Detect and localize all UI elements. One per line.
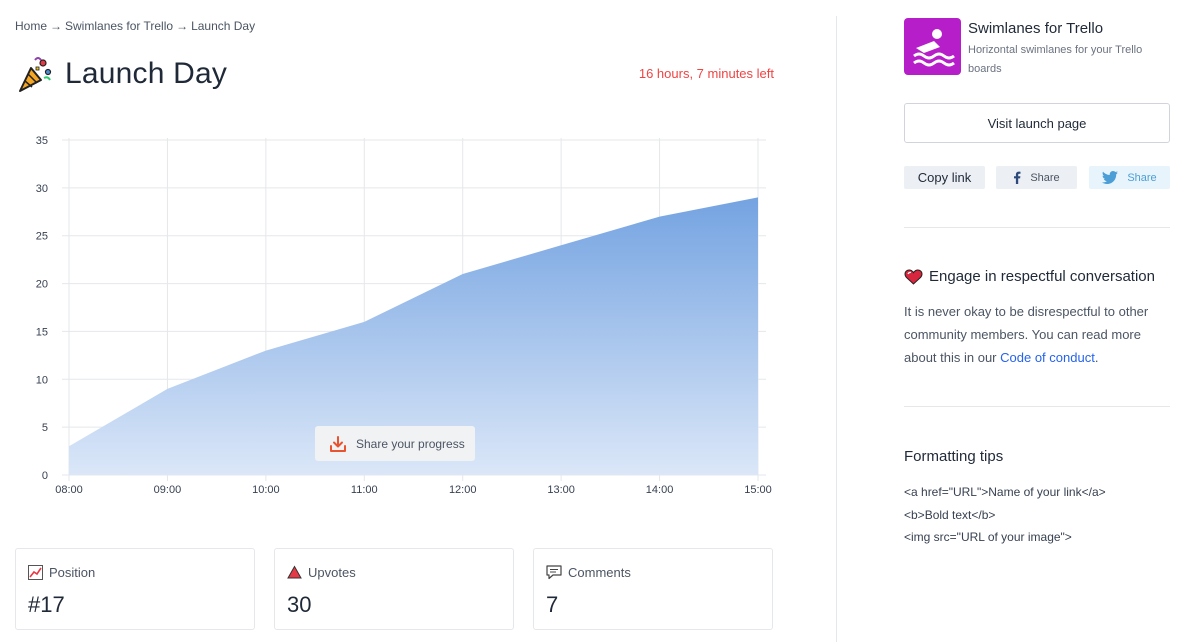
download-icon — [330, 435, 346, 452]
swimmer-icon — [913, 29, 955, 67]
sidebar-divider — [904, 406, 1170, 407]
app-tagline: Horizontal swimlanes for your Trello boa… — [968, 44, 1143, 75]
x-tick-label: 11:00 — [351, 484, 378, 496]
breadcrumb-current[interactable]: Launch Day — [191, 19, 255, 33]
x-tick-label: 14:00 — [646, 484, 674, 496]
share-progress-button[interactable]: Share your progress — [315, 426, 475, 461]
breadcrumb-separator: → — [176, 19, 189, 33]
position-label: Position — [49, 565, 96, 580]
engage-end: . — [1094, 350, 1099, 365]
upvotes-label: Upvotes — [308, 565, 356, 580]
comments-header: Comments — [546, 565, 631, 580]
facebook-share-label: Share — [1030, 171, 1060, 184]
column-divider — [836, 16, 837, 642]
comments-value: 7 — [546, 592, 559, 617]
comments-label: Comments — [568, 565, 631, 580]
breadcrumb-separator: → — [50, 19, 63, 33]
engage-title: Engage in respectful conversation — [904, 268, 1155, 285]
sidebar: Swimlanes for Trello Horizontal swimlane… — [904, 0, 1170, 642]
formatting-tip-link: <a href="URL">Name of your link</a> — [904, 485, 1106, 499]
facebook-share-button[interactable]: Share — [996, 166, 1077, 189]
comment-bubble-icon — [546, 565, 562, 580]
y-tick-label: 5 — [42, 422, 48, 434]
formatting-tips-title: Formatting tips — [904, 448, 1004, 465]
x-tick-label: 08:00 — [55, 484, 83, 496]
breadcrumb-product[interactable]: Swimlanes for Trello — [65, 19, 173, 33]
position-header: Position — [28, 565, 95, 580]
visit-launch-page-button[interactable]: Visit launch page — [904, 103, 1170, 143]
engage-title-text: Engage in respectful conversation — [929, 268, 1155, 285]
twitter-share-label: Share — [1127, 171, 1157, 184]
share-progress-label: Share your progress — [356, 436, 465, 451]
main-column: Home → Swimlanes for Trello → Launch Day Lau… — [0, 0, 836, 642]
x-tick-label: 10:00 — [252, 484, 280, 496]
upvotes-card: Upvotes 30 — [274, 548, 514, 630]
engage-text: It is never okay to be disrespectful to … — [904, 300, 1170, 369]
page-title: Launch Day — [65, 57, 228, 90]
formatting-tip-image: <img src="URL of your image"> — [904, 530, 1072, 544]
facebook-icon — [1014, 171, 1021, 184]
x-tick-label: 09:00 — [154, 484, 182, 496]
app-name[interactable]: Swimlanes for Trello — [968, 20, 1103, 37]
y-tick-label: 0 — [42, 470, 48, 482]
copy-link-button[interactable]: Copy link — [904, 166, 985, 189]
app-logo[interactable] — [904, 18, 961, 75]
trending-chart-icon — [28, 565, 43, 580]
position-value: #17 — [28, 592, 65, 617]
upvote-triangle-icon — [287, 565, 302, 579]
code-of-conduct-link[interactable]: Code of conduct — [1000, 350, 1095, 365]
party-popper-icon — [19, 57, 52, 92]
y-tick-label: 15 — [36, 326, 48, 338]
twitter-share-button[interactable]: Share — [1089, 166, 1170, 189]
breadcrumb-home[interactable]: Home — [15, 19, 47, 33]
y-tick-label: 10 — [36, 374, 48, 386]
x-tick-label: 15:00 — [744, 484, 772, 496]
x-tick-label: 12:00 — [449, 484, 477, 496]
formatting-tips-list: <a href="URL">Name of your link</a> <b>B… — [904, 481, 1106, 549]
heart-icon — [904, 268, 923, 285]
twitter-icon — [1102, 171, 1119, 184]
position-card: Position #17 — [15, 548, 255, 630]
upvotes-header: Upvotes — [287, 565, 356, 580]
title-row: Launch Day — [17, 54, 227, 94]
x-tick-label: 13:00 — [547, 484, 575, 496]
y-tick-label: 20 — [36, 279, 48, 291]
y-tick-label: 30 — [36, 183, 48, 195]
time-left: 16 hours, 7 minutes left — [638, 66, 774, 81]
y-tick-label: 25 — [36, 231, 48, 243]
sidebar-divider — [904, 227, 1170, 228]
breadcrumb: Home → Swimlanes for Trello → Launch Day — [15, 19, 255, 33]
y-tick-label: 35 — [36, 135, 48, 147]
comments-card: Comments 7 — [533, 548, 773, 630]
upvotes-value: 30 — [287, 592, 312, 617]
formatting-tip-bold: <b>Bold text</b> — [904, 507, 996, 522]
